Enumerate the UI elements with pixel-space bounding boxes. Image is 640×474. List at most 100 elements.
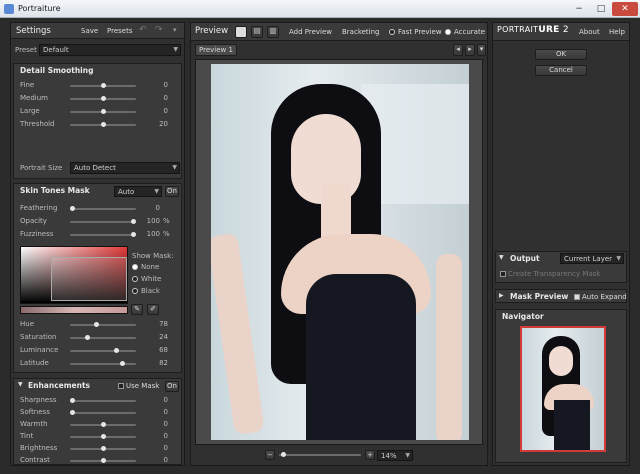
maximize-button[interactable]: □ — [590, 2, 612, 16]
right-header: PORTRAITURE 2 About Help — [493, 23, 629, 41]
eyedropper-icon[interactable]: ✎ — [131, 304, 143, 315]
zoom-out-button[interactable]: − — [265, 450, 275, 460]
hue-strip[interactable] — [20, 306, 128, 314]
medium-slider[interactable] — [70, 96, 136, 101]
split-vertical-icon[interactable]: ▥ — [267, 26, 279, 38]
feathering-slider[interactable] — [70, 206, 136, 211]
help-link[interactable]: Help — [609, 28, 625, 36]
zoom-slider-knob[interactable] — [281, 452, 286, 457]
portrait-size-select[interactable]: Auto Detect ▼ — [70, 162, 180, 174]
prev-tab-icon[interactable]: ◂ — [453, 44, 463, 56]
enhance-on-button[interactable]: On — [165, 381, 179, 392]
collapse-icon[interactable]: ▼ — [499, 254, 504, 261]
luminance-slider-knob[interactable] — [113, 348, 119, 353]
skin-mode-select[interactable]: Auto ▼ — [114, 186, 162, 197]
fuzziness-slider-knob[interactable] — [131, 232, 136, 237]
undo-icon[interactable]: ↶ — [139, 25, 147, 35]
radio-icon — [132, 288, 138, 294]
save-button[interactable]: Save — [81, 27, 98, 35]
zoom-slider[interactable] — [279, 452, 361, 457]
accurate-radio[interactable]: Accurate — [445, 28, 485, 36]
mask-black-radio[interactable]: Black — [132, 287, 160, 295]
navigator-thumbnail[interactable] — [520, 326, 606, 452]
zoom-in-button[interactable]: + — [365, 450, 375, 460]
saturation-slider[interactable] — [70, 335, 136, 340]
softness-slider-knob[interactable] — [70, 410, 75, 415]
expand-icon[interactable]: ▶ — [499, 292, 504, 299]
brightness-slider-knob[interactable] — [100, 446, 106, 451]
threshold-slider-knob[interactable] — [100, 122, 106, 127]
chevron-down-icon: ▼ — [616, 255, 621, 262]
zoom-select[interactable]: 14% ▼ — [377, 450, 413, 461]
minimize-button[interactable]: − — [568, 2, 590, 16]
latitude-slider-knob[interactable] — [120, 361, 126, 366]
sharpness-slider-knob[interactable] — [70, 398, 75, 403]
tint-slider[interactable] — [70, 434, 136, 439]
ok-button[interactable]: OK — [535, 49, 587, 60]
create-transparency-checkbox[interactable]: Create Transparency Mask — [500, 270, 600, 278]
split-horizontal-icon[interactable]: ▤ — [251, 26, 263, 38]
luminance-slider[interactable] — [70, 348, 136, 353]
feathering-slider-knob[interactable] — [70, 206, 75, 211]
sharpness-slider[interactable] — [70, 398, 136, 403]
mask-white-radio[interactable]: White — [132, 275, 161, 283]
warmth-slider-knob[interactable] — [100, 422, 106, 427]
about-link[interactable]: About — [579, 28, 600, 36]
large-slider[interactable] — [70, 109, 136, 114]
warmth-slider[interactable] — [70, 422, 136, 427]
latitude-slider[interactable] — [70, 361, 136, 366]
opacity-slider[interactable] — [70, 219, 136, 224]
use-mask-checkbox[interactable]: Use Mask — [118, 382, 159, 390]
bracketing-button[interactable]: Bracketing — [342, 28, 380, 36]
add-preview-button[interactable]: Add Preview — [289, 28, 332, 36]
cancel-button[interactable]: Cancel — [535, 65, 587, 76]
single-view-icon[interactable] — [235, 26, 247, 38]
contrast-slider-knob[interactable] — [100, 458, 106, 463]
eyedropper-plus-icon[interactable]: ✐ — [147, 304, 159, 315]
collapse-icon[interactable]: ▼ — [18, 381, 23, 388]
brightness-slider[interactable] — [70, 446, 136, 451]
tab-menu-icon[interactable]: ▾ — [477, 44, 486, 56]
threshold-slider[interactable] — [70, 122, 136, 127]
mask-none-radio[interactable]: None — [132, 263, 159, 271]
saturation-value: 24 — [159, 333, 168, 341]
redo-icon[interactable]: ↷ — [155, 25, 163, 35]
radio-icon — [132, 276, 138, 282]
hue-value: 78 — [159, 320, 168, 328]
tab-preview-1[interactable]: Preview 1 — [195, 44, 237, 56]
softness-slider[interactable] — [70, 410, 136, 415]
presets-button[interactable]: Presets — [107, 27, 132, 35]
fine-slider[interactable] — [70, 83, 136, 88]
chevron-down-icon[interactable]: ▾ — [173, 26, 177, 34]
saturation-label: Saturation — [20, 333, 57, 341]
fuzziness-unit: % — [163, 230, 170, 238]
preview-canvas[interactable] — [195, 59, 483, 445]
close-button[interactable]: ✕ — [612, 2, 638, 16]
medium-value: 0 — [163, 94, 168, 102]
fine-slider-knob[interactable] — [100, 83, 106, 88]
skin-on-button[interactable]: On — [165, 186, 179, 197]
saturation-slider-knob[interactable] — [85, 335, 91, 340]
opacity-slider-knob[interactable] — [131, 219, 136, 224]
app-icon — [4, 4, 14, 14]
large-slider-knob[interactable] — [100, 109, 106, 114]
latitude-label: Latitude — [20, 359, 49, 367]
preset-select[interactable]: Default ▼ — [39, 44, 181, 56]
tint-slider-knob[interactable] — [100, 434, 106, 439]
fuzziness-slider[interactable] — [70, 232, 136, 237]
medium-slider-knob[interactable] — [100, 96, 106, 101]
color-range-box[interactable] — [51, 257, 127, 301]
fast-preview-radio[interactable]: Fast Preview — [389, 28, 442, 36]
skin-color-picker[interactable] — [20, 246, 128, 304]
output-select[interactable]: Current Layer ▼ — [560, 253, 624, 264]
auto-expand-checkbox[interactable]: Auto Expand — [574, 293, 627, 301]
hue-slider-knob[interactable] — [94, 322, 100, 327]
next-tab-icon[interactable]: ▸ — [465, 44, 475, 56]
hue-slider[interactable] — [70, 322, 136, 327]
contrast-slider[interactable] — [70, 458, 136, 463]
navigator-section: Navigator — [495, 309, 627, 463]
title-bar: Portraiture − □ ✕ — [0, 0, 640, 18]
preset-value: Default — [43, 46, 69, 54]
sharpness-label: Sharpness — [20, 396, 57, 404]
fuzziness-value: 100 — [146, 230, 160, 238]
